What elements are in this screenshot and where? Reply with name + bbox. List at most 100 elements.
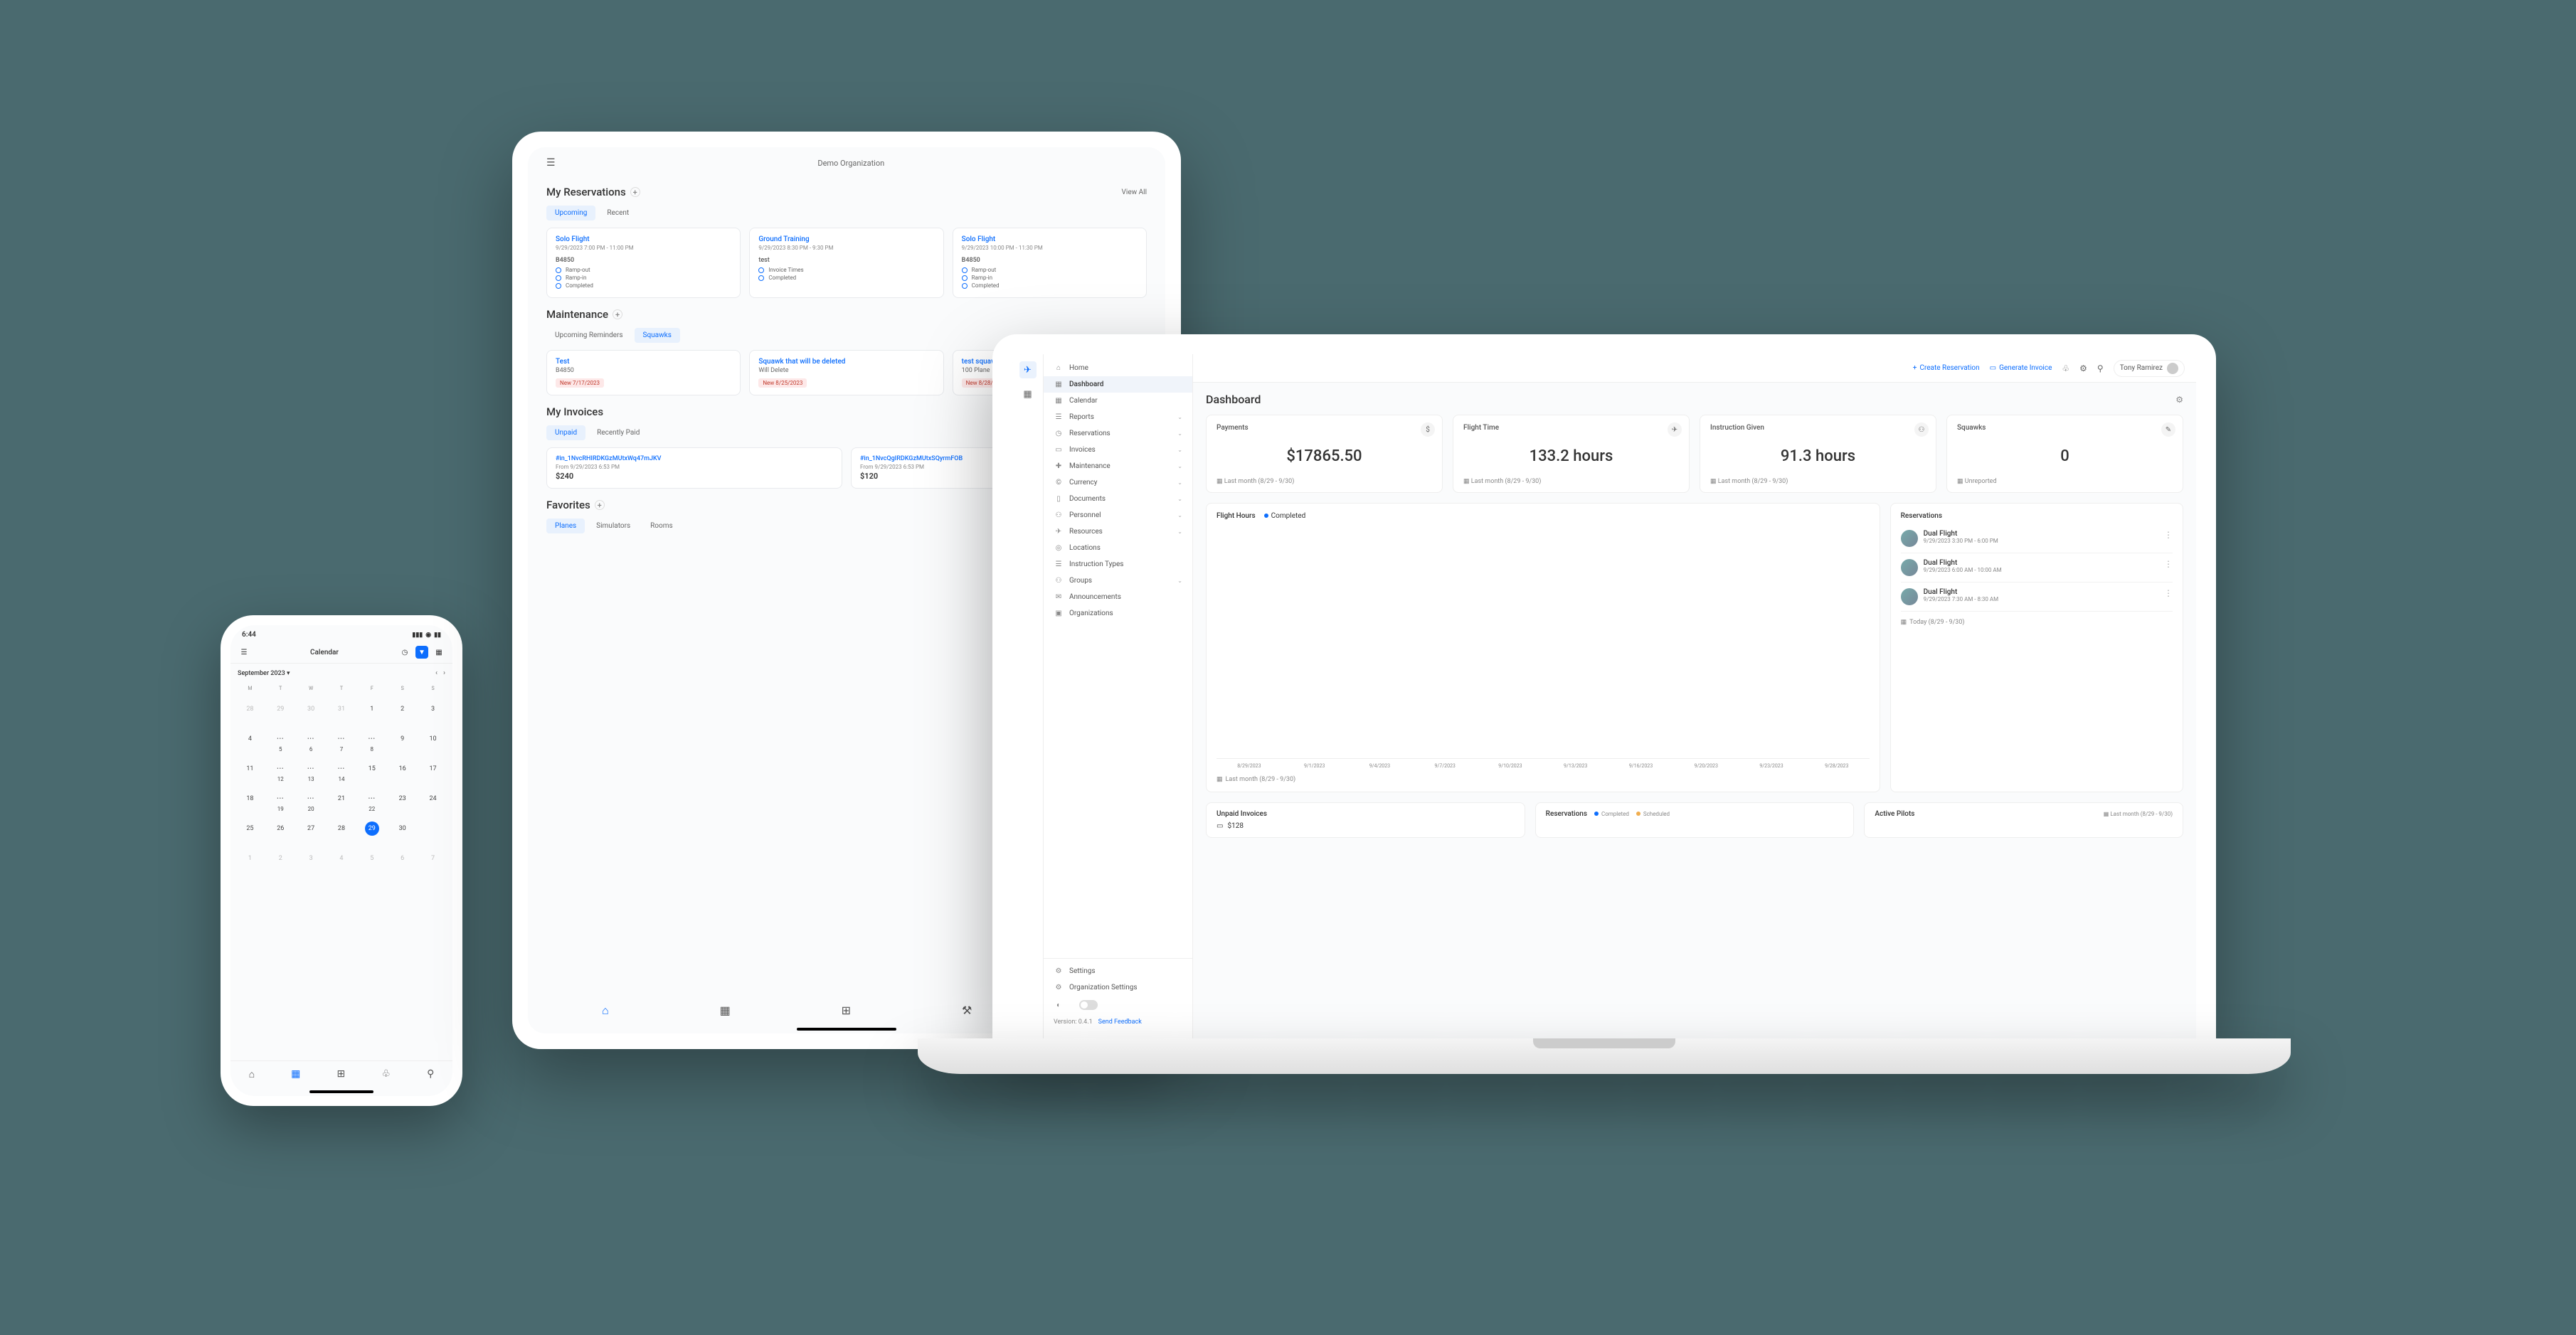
calendar-day[interactable]: 21 (327, 784, 357, 814)
calendar-day[interactable]: 29 (265, 694, 296, 724)
gear-icon[interactable]: ⚙ (2079, 363, 2087, 373)
stat-footer[interactable]: ▦ Last month (8/29 - 9/30) (1710, 478, 1926, 485)
calendar-day[interactable]: •••7 (327, 724, 357, 754)
calendar-day[interactable]: •••14 (327, 754, 357, 784)
calendar-day[interactable]: 5 (356, 844, 387, 873)
sidebar-item[interactable]: ▯Documents⌄ (1044, 491, 1192, 507)
calendar-day[interactable]: 31 (327, 694, 357, 724)
tab[interactable]: Planes (546, 518, 585, 533)
tab[interactable]: Squawks (635, 328, 680, 343)
reservation-item[interactable]: Dual Flight9/29/2023 7:30 AM - 8:30 AM⋮ (1901, 583, 2173, 612)
calendar-day[interactable] (418, 814, 448, 844)
generate-invoice-link[interactable]: ▭ Generate Invoice (1990, 364, 2052, 372)
calendar-day[interactable]: 3 (418, 694, 448, 724)
calendar-day[interactable]: •••13 (296, 754, 327, 784)
send-feedback-link[interactable]: Send Feedback (1098, 1018, 1142, 1026)
panel-footer[interactable]: ▦ Last month (8/29 - 9/30) (1217, 776, 1870, 783)
sidebar-item[interactable]: ©Currency⌄ (1044, 474, 1192, 491)
calendar-day[interactable]: •••12 (265, 754, 296, 784)
calendar-day[interactable]: •••20 (296, 784, 327, 814)
menu-icon[interactable]: ☰ (238, 646, 250, 659)
calendar-day[interactable]: 28 (235, 694, 265, 724)
plane-icon[interactable]: ✈ (1019, 361, 1037, 378)
sidebar-item[interactable]: ✚Maintenance⌄ (1044, 458, 1192, 474)
calendar-day[interactable]: 11 (235, 754, 265, 784)
view-all-link[interactable]: View All (1122, 188, 1147, 196)
add-icon[interactable]: + (595, 500, 605, 510)
calendar-day[interactable]: 6 (387, 844, 418, 873)
calendar-day[interactable]: 1 (235, 844, 265, 873)
search-icon[interactable]: ⚲ (427, 1068, 434, 1080)
sidebar-item[interactable]: ✉Announcements (1044, 589, 1192, 605)
stat-footer[interactable]: ▦ Last month (8/29 - 9/30) (1463, 478, 1679, 485)
calendar-day[interactable]: 18 (235, 784, 265, 814)
panel-footer[interactable]: ▦ Last month (8/29 - 9/30) (2104, 811, 2173, 817)
maintenance-card[interactable]: Squawk that will be deletedWill DeleteNe… (749, 350, 943, 395)
sidebar-item[interactable]: ◎Locations (1044, 540, 1192, 556)
add-icon[interactable]: + (630, 187, 640, 197)
sidebar-item[interactable]: ⚙Settings (1044, 963, 1192, 979)
calendar-day[interactable]: 7 (418, 844, 448, 873)
sidebar-item[interactable]: ⚙Organization Settings (1044, 979, 1192, 996)
user-menu[interactable]: Tony Ramirez (2114, 360, 2185, 377)
search-icon[interactable]: ⚲ (2097, 363, 2104, 373)
invoice-card[interactable]: #in_1NvcRHIRDKGzMUtxWq47mJKVFrom 9/29/20… (546, 447, 842, 489)
calendar-day[interactable]: 10 (418, 724, 448, 754)
next-month-icon[interactable]: › (443, 669, 445, 677)
tab[interactable]: Rooms (642, 518, 682, 533)
sidebar-item[interactable]: ◷Reservations⌄ (1044, 425, 1192, 442)
menu-icon[interactable]: ☰ (546, 157, 556, 169)
reservation-item[interactable]: Dual Flight9/29/2023 3:30 PM - 6:00 PM⋮ (1901, 524, 2173, 553)
prev-month-icon[interactable]: ‹ (435, 669, 438, 677)
tab[interactable]: Unpaid (546, 425, 585, 440)
more-icon[interactable]: ⋮ (2164, 530, 2173, 547)
calendar-day[interactable]: 25 (235, 814, 265, 844)
sidebar-item[interactable]: ▣Organizations (1044, 605, 1192, 622)
more-icon[interactable]: ⋮ (2164, 559, 2173, 576)
tab[interactable]: Simulators (588, 518, 639, 533)
calendar-day[interactable]: 30 (296, 694, 327, 724)
bell-icon[interactable]: ♧ (381, 1068, 391, 1080)
calendar-icon[interactable]: ▦ (720, 1004, 731, 1018)
calendar-day[interactable]: 4 (327, 844, 357, 873)
panel-footer[interactable]: ▦ Today (8/29 - 9/30) (1901, 619, 2173, 626)
calendar-day[interactable]: 16 (387, 754, 418, 784)
calendar-day[interactable]: •••19 (265, 784, 296, 814)
clock-icon[interactable]: ◷ (398, 646, 411, 659)
more-icon[interactable]: ⋮ (2164, 588, 2173, 605)
calendar-day[interactable]: 24 (418, 784, 448, 814)
stat-footer[interactable]: ▦ Unreported (1957, 478, 2173, 485)
calendar-day[interactable]: •••6 (296, 724, 327, 754)
add-icon[interactable]: ⊞ (842, 1004, 851, 1018)
sidebar-item[interactable]: ☰Reports⌄ (1044, 409, 1192, 425)
bell-icon[interactable]: ♧ (2062, 363, 2069, 373)
calendar-day[interactable]: •••5 (265, 724, 296, 754)
reservation-card[interactable]: Ground Training9/29/2023 8:30 PM - 9:30 … (749, 228, 943, 298)
reservation-card[interactable]: Solo Flight9/29/2023 7:00 PM - 11:00 PMB… (546, 228, 741, 298)
calendar-day[interactable]: 17 (418, 754, 448, 784)
calendar-day[interactable]: •••8 (356, 724, 387, 754)
home-icon[interactable]: ⌂ (602, 1004, 609, 1018)
calendar-day[interactable]: 23 (387, 784, 418, 814)
calendar-day[interactable]: 15 (356, 754, 387, 784)
calendar-day[interactable]: 2 (387, 694, 418, 724)
calendar-day[interactable]: 9 (387, 724, 418, 754)
theme-toggle[interactable] (1079, 1000, 1098, 1010)
phone-month-label[interactable]: September 2023 ▾ (238, 670, 290, 677)
calendar-day[interactable]: 2 (265, 844, 296, 873)
reservation-item[interactable]: Dual Flight9/29/2023 6:00 AM - 10:00 AM⋮ (1901, 553, 2173, 583)
calendar-day[interactable]: 29 (356, 814, 387, 844)
sidebar-item[interactable]: ⚇Groups⌄ (1044, 573, 1192, 589)
grid-icon[interactable]: ▦ (433, 646, 445, 659)
calendar-icon[interactable]: ▦ (291, 1068, 300, 1080)
calendar-day[interactable]: 27 (296, 814, 327, 844)
calendar-day[interactable]: 3 (296, 844, 327, 873)
calendar-day[interactable]: 28 (327, 814, 357, 844)
tab[interactable]: Upcoming (546, 206, 595, 220)
sidebar-item[interactable]: ⚇Personnel⌄ (1044, 507, 1192, 523)
sidebar-item[interactable]: ✈Resources⌄ (1044, 523, 1192, 540)
tab[interactable]: Upcoming Reminders (546, 328, 632, 343)
sidebar-item[interactable]: ⌂Home (1044, 360, 1192, 376)
calendar-day[interactable]: 30 (387, 814, 418, 844)
stat-footer[interactable]: ▦ Last month (8/29 - 9/30) (1217, 478, 1432, 485)
